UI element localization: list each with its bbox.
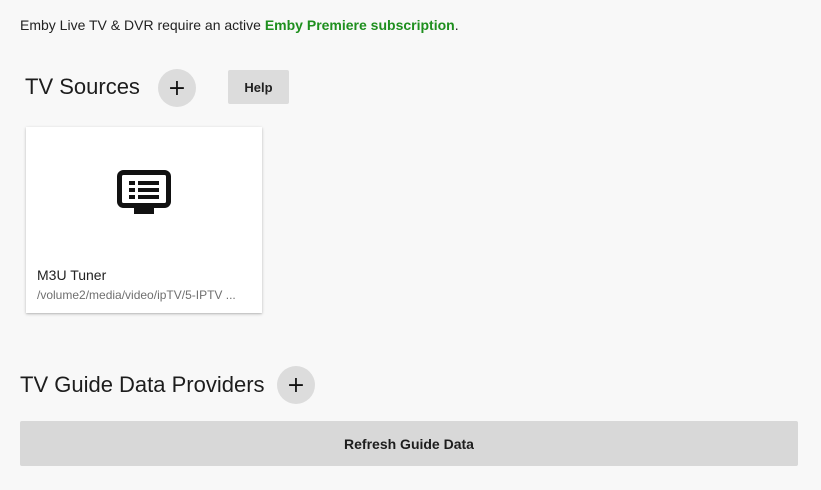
premiere-subscription-link[interactable]: Emby Premiere subscription bbox=[265, 17, 455, 33]
card-subtitle: /volume2/media/video/ipTV/5-IPTV ... bbox=[37, 288, 236, 302]
plus-icon: + bbox=[286, 372, 306, 398]
tv-sources-title: TV Sources bbox=[25, 74, 140, 99]
help-button[interactable]: Help bbox=[228, 70, 289, 104]
premiere-notice-suffix: . bbox=[454, 17, 459, 33]
guide-providers-title: TV Guide Data Providers bbox=[20, 372, 265, 397]
refresh-guide-data-button[interactable]: Refresh Guide Data bbox=[20, 421, 798, 466]
plus-icon: + bbox=[167, 75, 187, 101]
premiere-notice-text: Emby Live TV & DVR require an active bbox=[20, 17, 265, 33]
tv-guide-icon bbox=[117, 170, 171, 214]
add-guide-provider-button[interactable]: + bbox=[277, 366, 315, 404]
premiere-notice: Emby Live TV & DVR require an active Emb… bbox=[20, 17, 459, 33]
card-title: M3U Tuner bbox=[37, 267, 107, 283]
tv-source-card-m3u-tuner[interactable]: M3U Tuner /volume2/media/video/ipTV/5-IP… bbox=[26, 127, 262, 313]
add-tv-source-button[interactable]: + bbox=[158, 69, 196, 107]
